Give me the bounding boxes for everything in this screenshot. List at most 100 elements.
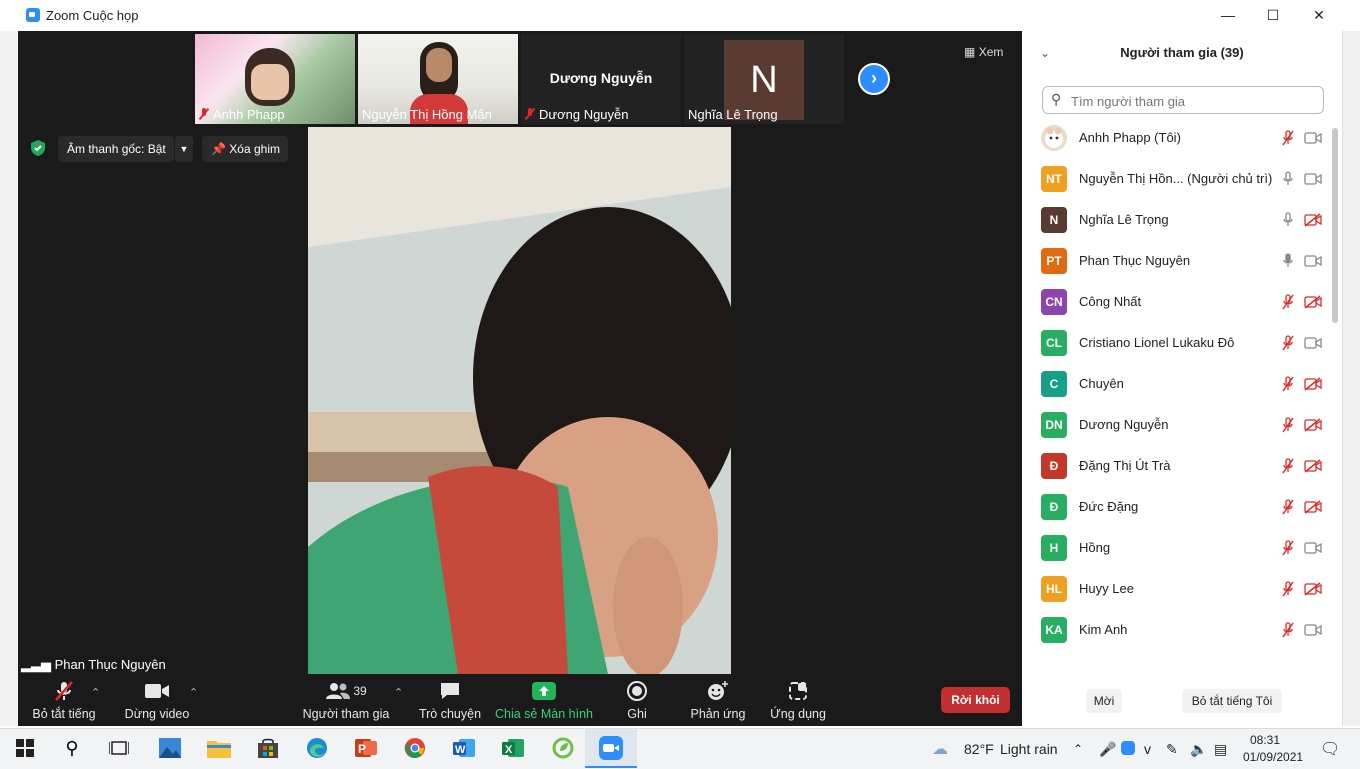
zoom-taskbar-item[interactable] (585, 729, 637, 768)
avatar: KA (1041, 617, 1067, 643)
participant-name: Chuyên (1079, 376, 1124, 391)
participant-row[interactable]: Đ Đặng Thị Út Trà (1036, 446, 1326, 487)
avatar: DN (1041, 412, 1067, 438)
video-camera-icon[interactable] (1304, 172, 1322, 186)
reactions-button[interactable]: Phản ứng (686, 679, 750, 726)
participant-name: Anhh Phapp (Tôi) (1079, 130, 1181, 145)
mic-muted-icon[interactable] (1281, 294, 1295, 310)
chat-button[interactable]: Trò chuyện (416, 679, 484, 726)
record-icon (627, 681, 647, 701)
participant-row[interactable]: Đ Đức Đặng (1036, 487, 1326, 528)
edit-tray-icon[interactable]: ✎ (1166, 741, 1178, 758)
participant-row[interactable]: KA Kim Anh (1036, 610, 1326, 651)
avatar: H (1041, 535, 1067, 561)
vpn-tray-icon[interactable]: ᴠ (1144, 741, 1151, 757)
svg-text:X: X (505, 744, 513, 756)
participants-button[interactable]: 39 Người tham gia (300, 679, 392, 726)
video-camera-icon[interactable] (1304, 131, 1322, 145)
windows-start-icon[interactable] (12, 735, 38, 761)
invite-button[interactable]: Mời (1086, 689, 1122, 713)
svg-text:P: P (358, 742, 366, 756)
excel-icon[interactable]: X (500, 735, 526, 761)
participants-label: Người tham gia (302, 707, 390, 721)
mic-muted-icon[interactable] (1281, 540, 1295, 556)
unmute-me-button[interactable]: Bỏ tắt tiếng Tôi (1182, 689, 1282, 713)
mic-icon[interactable] (1281, 253, 1295, 269)
clock-date: 01/09/2021 (1243, 750, 1304, 764)
edge-browser-icon[interactable] (304, 735, 330, 761)
participant-name: Huyy Lee (1079, 581, 1134, 596)
video-off-icon[interactable] (1304, 213, 1322, 227)
reactions-label: Phản ứng (690, 707, 746, 721)
participant-name: Cristiano Lionel Lukaku Đô (1079, 335, 1235, 350)
video-off-icon[interactable] (1304, 582, 1322, 596)
apps-label: Ứng dụng (770, 707, 826, 721)
stop-video-button[interactable]: Dừng video (122, 679, 192, 726)
video-off-icon[interactable] (1304, 459, 1322, 473)
mic-muted-icon[interactable] (1281, 130, 1295, 146)
participant-name: Đức Đặng (1079, 499, 1139, 514)
mic-muted-icon[interactable] (1281, 499, 1295, 515)
chevron-up-icon[interactable]: ⌃ (394, 686, 403, 699)
weather-temp[interactable]: 82°F (964, 741, 994, 757)
participant-row[interactable]: NT Nguyễn Thị Hồn... (Người chủ trì) (1036, 159, 1326, 200)
app-leaf-icon[interactable] (550, 735, 576, 761)
volume-icon[interactable]: 🔈 (1190, 741, 1207, 758)
video-off-icon[interactable] (1304, 295, 1322, 309)
video-off-icon[interactable] (1304, 418, 1322, 432)
mic-icon[interactable] (1281, 212, 1295, 228)
participant-row[interactable]: H Hồng (1036, 528, 1326, 569)
weather-cloud-icon[interactable]: ☁ (932, 739, 948, 759)
avatar: C (1041, 371, 1067, 397)
mute-button[interactable]: Bỏ tắt tiếng (30, 679, 98, 726)
mic-muted-icon[interactable] (1281, 376, 1295, 392)
participant-row[interactable]: PT Phan Thục Nguyên (1036, 241, 1326, 282)
chevron-up-icon[interactable]: ⌃ (1073, 742, 1083, 756)
store-icon[interactable] (255, 735, 281, 761)
participant-row[interactable]: DN Dương Nguyễn (1036, 405, 1326, 446)
chevron-up-icon[interactable]: ⌃ (91, 686, 100, 699)
word-icon[interactable]: W (451, 735, 477, 761)
powerpoint-icon[interactable]: P (353, 735, 379, 761)
file-explorer-icon[interactable] (206, 735, 232, 761)
microphone-tray-icon[interactable]: 🎤 (1099, 741, 1116, 758)
chat-label: Trò chuyện (418, 707, 482, 721)
notification-icon[interactable]: 🗨 (1320, 739, 1340, 759)
photos-app-icon[interactable] (157, 735, 183, 761)
clock[interactable]: 08:31 01/09/2021 (1243, 733, 1304, 764)
task-view-icon[interactable] (106, 735, 132, 761)
participant-row[interactable]: CL Cristiano Lionel Lukaku Đô (1036, 323, 1326, 364)
participant-row[interactable]: Anhh Phapp (Tôi) (1036, 118, 1326, 159)
clock-time: 08:31 (1249, 733, 1281, 747)
mic-icon[interactable] (1281, 171, 1295, 187)
video-camera-icon[interactable] (1304, 541, 1322, 555)
record-button[interactable]: Ghi (612, 679, 662, 726)
video-camera-icon[interactable] (1304, 623, 1322, 637)
mute-label: Bỏ tắt tiếng (32, 707, 96, 721)
mic-muted-icon[interactable] (1281, 335, 1295, 351)
share-label: Chia sẻ Màn hình (495, 707, 593, 721)
share-screen-button[interactable]: Chia sẻ Màn hình (494, 679, 594, 726)
video-camera-icon[interactable] (1304, 254, 1322, 268)
video-off-icon[interactable] (1304, 377, 1322, 391)
chevron-up-icon[interactable]: ⌃ (189, 686, 198, 699)
participant-row[interactable]: C Chuyên (1036, 364, 1326, 405)
stop-video-label: Dừng video (124, 707, 190, 721)
chrome-icon[interactable] (402, 735, 428, 761)
leave-button[interactable]: Rời khỏi (941, 687, 1010, 713)
scrollbar-thumb[interactable] (1332, 128, 1338, 323)
participant-row[interactable]: N Nghĩa Lê Trọng (1036, 200, 1326, 241)
video-off-icon[interactable] (1304, 500, 1322, 514)
apps-button[interactable]: Ứng dụng (766, 679, 830, 726)
network-icon[interactable]: ▤ (1214, 741, 1227, 758)
weather-text[interactable]: Light rain (1000, 741, 1058, 757)
zoom-tray-icon[interactable] (1121, 741, 1135, 755)
mic-muted-icon[interactable] (1281, 622, 1295, 638)
search-icon[interactable]: ⚲ (59, 735, 85, 761)
participant-row[interactable]: CN Công Nhất (1036, 282, 1326, 323)
mic-muted-icon[interactable] (1281, 417, 1295, 433)
mic-muted-icon[interactable] (1281, 581, 1295, 597)
mic-muted-icon[interactable] (1281, 458, 1295, 474)
participant-row[interactable]: HL Huyy Lee (1036, 569, 1326, 610)
video-camera-icon[interactable] (1304, 336, 1322, 350)
